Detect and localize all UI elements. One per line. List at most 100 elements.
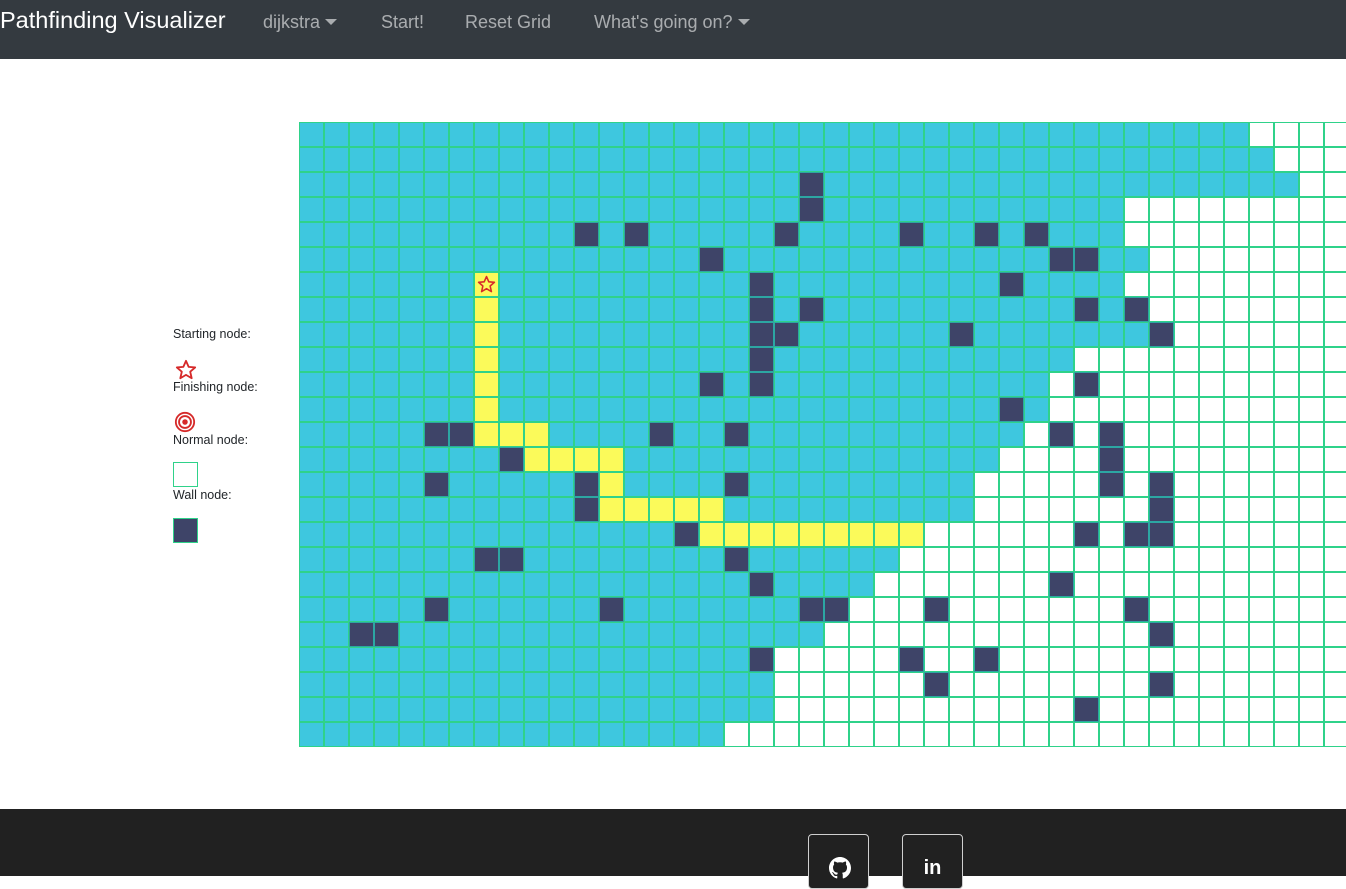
path-node[interactable] (474, 397, 499, 422)
grid-node[interactable] (1049, 447, 1074, 472)
visited-node[interactable] (674, 272, 699, 297)
visited-node[interactable] (1024, 372, 1049, 397)
visited-node[interactable] (824, 147, 849, 172)
visited-node[interactable] (299, 372, 324, 397)
visited-node[interactable] (524, 622, 549, 647)
grid-node[interactable] (1249, 422, 1274, 447)
grid-node[interactable] (899, 672, 924, 697)
grid-node[interactable] (1124, 572, 1149, 597)
grid-node[interactable] (1024, 722, 1049, 747)
visited-node[interactable] (699, 397, 724, 422)
grid-node[interactable] (1274, 647, 1299, 672)
grid-node[interactable] (799, 722, 824, 747)
visited-node[interactable] (424, 147, 449, 172)
visited-node[interactable] (799, 147, 824, 172)
visited-node[interactable] (299, 172, 324, 197)
wall-node[interactable] (749, 372, 774, 397)
visited-node[interactable] (674, 572, 699, 597)
visited-node[interactable] (1099, 322, 1124, 347)
grid-node[interactable] (1299, 497, 1324, 522)
grid-node[interactable] (1124, 497, 1149, 522)
path-node[interactable] (674, 497, 699, 522)
grid-node[interactable] (1249, 497, 1274, 522)
grid-node[interactable] (1174, 272, 1199, 297)
visited-node[interactable] (799, 397, 824, 422)
visited-node[interactable] (399, 347, 424, 372)
path-node[interactable] (699, 522, 724, 547)
wall-node[interactable] (949, 322, 974, 347)
visited-node[interactable] (624, 397, 649, 422)
visited-node[interactable] (449, 547, 474, 572)
visited-node[interactable] (649, 722, 674, 747)
grid-node[interactable] (774, 697, 799, 722)
visited-node[interactable] (1049, 297, 1074, 322)
grid-node[interactable] (1124, 672, 1149, 697)
grid-node[interactable] (824, 647, 849, 672)
visited-node[interactable] (324, 472, 349, 497)
visited-node[interactable] (399, 422, 424, 447)
visited-node[interactable] (349, 322, 374, 347)
visited-node[interactable] (849, 572, 874, 597)
visited-node[interactable] (324, 372, 349, 397)
visited-node[interactable] (324, 597, 349, 622)
visited-node[interactable] (674, 672, 699, 697)
visited-node[interactable] (299, 197, 324, 222)
grid-node[interactable] (1199, 597, 1224, 622)
visited-node[interactable] (324, 147, 349, 172)
visited-node[interactable] (474, 572, 499, 597)
visited-node[interactable] (724, 272, 749, 297)
visited-node[interactable] (699, 697, 724, 722)
visited-node[interactable] (324, 547, 349, 572)
visited-node[interactable] (349, 647, 374, 672)
visited-node[interactable] (524, 697, 549, 722)
grid-node[interactable] (1224, 397, 1249, 422)
grid-node[interactable] (1149, 722, 1174, 747)
visited-node[interactable] (399, 722, 424, 747)
visited-node[interactable] (349, 572, 374, 597)
grid-node[interactable] (949, 697, 974, 722)
grid-node[interactable] (1324, 672, 1346, 697)
visited-node[interactable] (499, 272, 524, 297)
visited-node[interactable] (599, 547, 624, 572)
visited-node[interactable] (899, 272, 924, 297)
visited-node[interactable] (624, 122, 649, 147)
grid-node[interactable] (1249, 297, 1274, 322)
visited-node[interactable] (524, 472, 549, 497)
visited-node[interactable] (324, 197, 349, 222)
path-node[interactable] (774, 522, 799, 547)
grid-node[interactable] (824, 697, 849, 722)
visited-node[interactable] (324, 272, 349, 297)
visited-node[interactable] (374, 547, 399, 572)
visited-node[interactable] (774, 347, 799, 372)
grid-node[interactable] (1224, 422, 1249, 447)
visited-node[interactable] (874, 447, 899, 472)
visited-node[interactable] (874, 197, 899, 222)
visited-node[interactable] (374, 122, 399, 147)
visited-node[interactable] (1224, 147, 1249, 172)
grid-node[interactable] (1324, 297, 1346, 322)
visited-node[interactable] (374, 397, 399, 422)
grid-node[interactable] (1099, 697, 1124, 722)
visited-node[interactable] (1099, 247, 1124, 272)
visited-node[interactable] (924, 272, 949, 297)
visited-node[interactable] (599, 247, 624, 272)
visited-node[interactable] (1249, 147, 1274, 172)
visited-node[interactable] (849, 172, 874, 197)
grid-node[interactable] (1324, 547, 1346, 572)
visited-node[interactable] (774, 547, 799, 572)
grid-node[interactable] (974, 572, 999, 597)
grid-node[interactable] (1099, 722, 1124, 747)
visited-node[interactable] (624, 572, 649, 597)
visited-node[interactable] (299, 122, 324, 147)
grid-node[interactable] (849, 697, 874, 722)
visited-node[interactable] (349, 347, 374, 372)
visited-node[interactable] (399, 647, 424, 672)
wall-node[interactable] (499, 447, 524, 472)
grid-node[interactable] (1174, 297, 1199, 322)
visited-node[interactable] (574, 722, 599, 747)
visited-node[interactable] (699, 672, 724, 697)
wall-node[interactable] (799, 597, 824, 622)
visited-node[interactable] (574, 297, 599, 322)
visited-node[interactable] (449, 572, 474, 597)
grid-node[interactable] (1324, 222, 1346, 247)
